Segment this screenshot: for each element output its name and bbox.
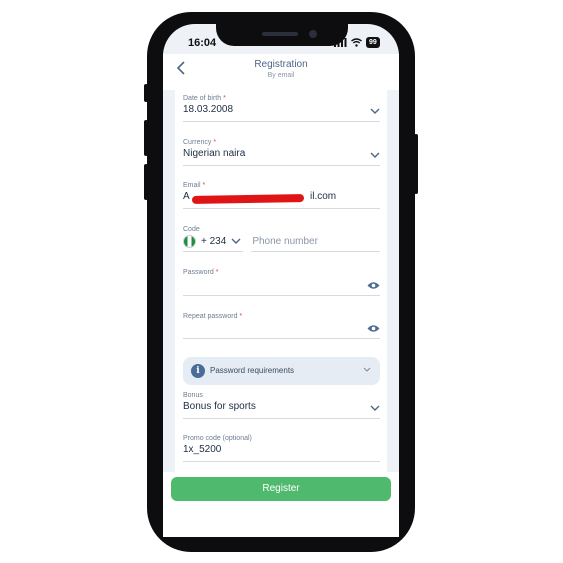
email-label: Email * <box>183 182 206 189</box>
divider <box>183 208 380 209</box>
dob-field[interactable]: Date of birth * 18.03.2008 <box>183 95 380 115</box>
repeat-password-label: Repeat password * <box>183 313 243 320</box>
eye-icon[interactable] <box>367 281 380 290</box>
email-value-end: il.com <box>310 191 337 202</box>
repeat-password-field[interactable]: Repeat password * <box>183 313 380 335</box>
promo-code-label: Promo code (optional) <box>183 435 252 442</box>
page-subtitle: By email <box>267 72 295 79</box>
register-button[interactable]: Register <box>171 477 391 501</box>
currency-value: Nigerian naira <box>183 148 246 159</box>
promo-code-field[interactable]: Promo code (optional) 1x_5200 <box>183 435 380 455</box>
side-button-right <box>414 134 418 194</box>
divider <box>183 461 380 462</box>
nigeria-flag-icon <box>183 235 196 248</box>
promo-code-value: 1x_5200 <box>183 444 222 455</box>
password-requirements-toggle[interactable]: i Password requirements <box>183 357 380 385</box>
country-code[interactable]: + 234 <box>201 236 226 247</box>
divider <box>251 251 380 252</box>
divider <box>183 338 380 339</box>
divider <box>183 165 380 166</box>
phone-field[interactable]: Code + 234 Phone number <box>183 226 380 248</box>
speaker <box>262 32 298 36</box>
phone-row: + 234 Phone number <box>183 235 380 248</box>
email-value-start: A <box>183 191 190 202</box>
chevron-down-icon <box>363 367 371 372</box>
code-label: Code <box>183 226 200 233</box>
divider <box>183 251 243 252</box>
divider <box>183 418 380 419</box>
eye-icon[interactable] <box>367 324 380 333</box>
chevron-down-icon[interactable] <box>231 238 241 245</box>
status-icons: 99 <box>334 37 380 48</box>
battery-indicator: 99 <box>366 37 380 48</box>
signal-icon <box>334 38 347 47</box>
info-icon: i <box>191 364 205 378</box>
bonus-field[interactable]: Bonus Bonus for sports <box>183 392 380 412</box>
status-time: 16:04 <box>188 37 217 49</box>
password-requirements-label: Password requirements <box>210 366 295 375</box>
camera <box>309 30 317 38</box>
password-label: Password * <box>183 269 219 276</box>
dob-label: Date of birth * <box>183 95 226 102</box>
bonus-value: Bonus for sports <box>183 401 256 412</box>
currency-label: Currency * <box>183 139 217 146</box>
bonus-label: Bonus <box>183 392 203 399</box>
chevron-down-icon[interactable] <box>370 108 380 115</box>
divider <box>183 295 380 296</box>
currency-field[interactable]: Currency * Nigerian naira <box>183 139 380 159</box>
page-title: Registration <box>254 59 308 70</box>
dob-value: 18.03.2008 <box>183 104 234 115</box>
side-button-left-2 <box>144 120 148 156</box>
side-button-left-1 <box>144 84 148 102</box>
password-field[interactable]: Password * <box>183 269 380 291</box>
side-button-left-3 <box>144 164 148 200</box>
wifi-icon <box>351 38 362 47</box>
chevron-down-icon[interactable] <box>370 405 380 412</box>
divider <box>183 121 380 122</box>
chevron-down-icon[interactable] <box>370 152 380 159</box>
phone-input[interactable]: Phone number <box>252 236 318 247</box>
